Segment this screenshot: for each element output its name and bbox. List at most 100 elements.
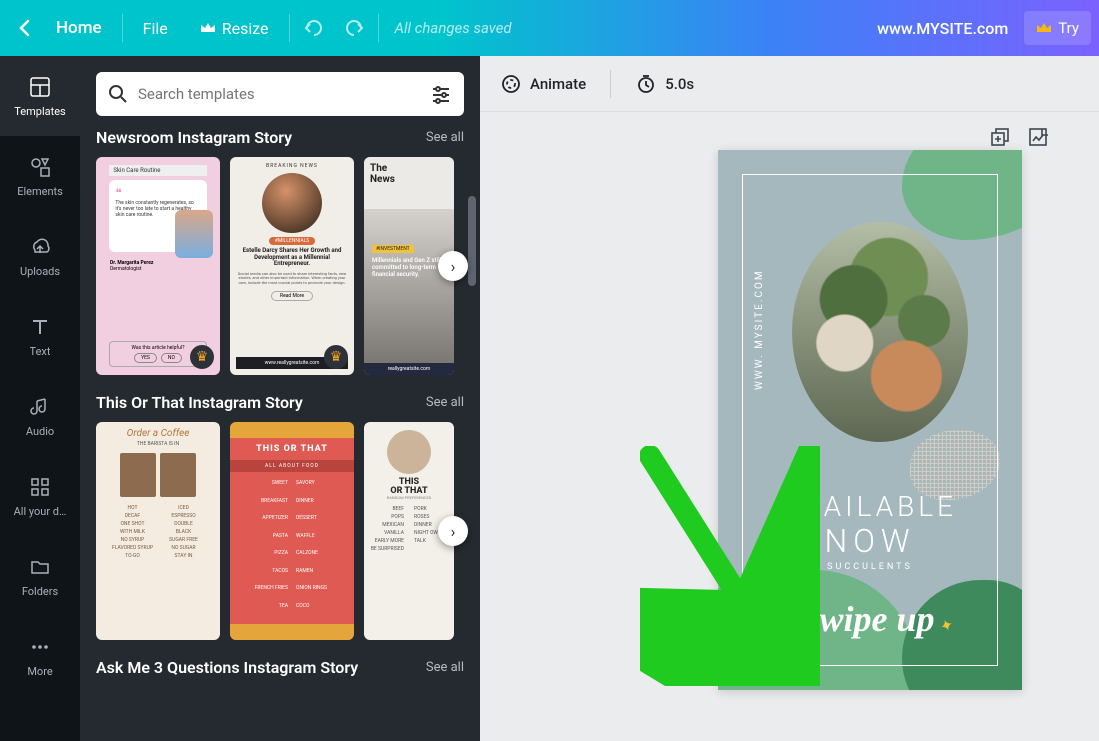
undo-button[interactable] <box>294 12 334 44</box>
rail-uploads[interactable]: Uploads <box>0 216 80 296</box>
duplicate-page-button[interactable] <box>989 126 1011 148</box>
clock-icon <box>635 73 657 95</box>
category-ask-me: Ask Me 3 Questions Instagram Story See a… <box>96 658 464 677</box>
rail-elements[interactable]: Elements <box>0 136 80 216</box>
rail-label: Folders <box>22 585 58 598</box>
separator <box>289 14 290 42</box>
resize-button[interactable]: Resize <box>184 19 285 38</box>
card-quote: ❝ The skin constantly regenerates, so it… <box>109 180 206 252</box>
templates-icon <box>28 75 52 99</box>
card-heading: Skin Care Routine <box>109 165 206 176</box>
card-heading: OR THAT <box>390 487 427 496</box>
person-photo <box>175 210 213 258</box>
card-headline: Estelle Darcy Shares Her Growth and Deve… <box>236 248 348 268</box>
card-photo: #INVESTMENT Millennials and Gen Z still … <box>364 209 454 363</box>
canvas-area[interactable]: Animate 5.0s WWW. MYSITE.COM AVAILABLE N… <box>480 56 1099 741</box>
card-grid: BEEFPORK POPSROSES MEXICANDINNER VANILLA… <box>371 506 447 552</box>
canvas-actions <box>989 126 1049 148</box>
premium-badge: ♛ <box>190 345 214 369</box>
back-button[interactable] <box>8 12 40 44</box>
text-icon <box>28 315 52 339</box>
more-icon <box>28 635 52 659</box>
category-title: Ask Me 3 Questions Instagram Story <box>96 658 358 677</box>
card-body: Social media can also be used to share i… <box>236 272 348 285</box>
template-card[interactable]: THIS OR THAT ALL ABOUT FOOD SWEETSAVORY … <box>230 422 354 640</box>
separator <box>122 14 123 42</box>
try-label: Try <box>1058 19 1079 37</box>
card-images <box>120 453 196 497</box>
swipe-up-text: swipe up <box>718 598 1022 640</box>
rail-label: Uploads <box>20 265 60 278</box>
site-url: www.MYSITE.com <box>877 19 1008 38</box>
card-author: Dr. Margarita PerezDermatologist <box>110 260 153 272</box>
home-button[interactable]: Home <box>40 18 118 38</box>
resize-label: Resize <box>222 19 269 38</box>
photo-oval <box>792 222 968 442</box>
design-artboard[interactable]: WWW. MYSITE.COM AVAILABLE NOW SUCCULENTS… <box>718 150 1022 690</box>
template-card[interactable]: Order a Coffee THE BARISTA IS IN HOTICED… <box>96 422 220 640</box>
see-all-link[interactable]: See all <box>426 130 464 145</box>
rail-label: Elements <box>17 185 63 198</box>
search-input[interactable] <box>138 85 420 103</box>
card-title: News <box>370 174 448 185</box>
side-url-text: WWW. MYSITE.COM <box>754 269 765 390</box>
rail-label: Audio <box>26 425 54 438</box>
scroll-right-button[interactable]: › <box>438 251 468 281</box>
card-sub: ALL ABOUT FOOD <box>230 460 354 472</box>
rail-more[interactable]: More <box>0 616 80 696</box>
top-bar: Home File Resize All changes saved www.M… <box>0 0 1099 56</box>
folder-icon <box>28 555 52 579</box>
add-page-button[interactable] <box>1027 126 1049 148</box>
save-status: All changes saved <box>395 19 512 37</box>
card-sub: THE BARISTA IS IN <box>137 441 179 447</box>
animate-button[interactable]: Animate <box>500 73 586 95</box>
rail-all-designs[interactable]: All your d… <box>0 456 80 536</box>
panel-scrollbar[interactable] <box>468 196 476 286</box>
rail-label: More <box>27 665 52 678</box>
separator <box>378 14 379 42</box>
search-icon <box>108 84 128 104</box>
category-this-or-that: This Or That Instagram Story See all Ord… <box>96 393 464 640</box>
headline-2: NOW <box>718 522 1022 560</box>
card-caption: Millennials and Gen Z still committed to… <box>372 257 446 278</box>
rail-audio[interactable]: Audio <box>0 376 80 456</box>
card-title: The <box>370 163 448 174</box>
card-sub: RANDOM PREFERENCES <box>387 495 431 500</box>
see-all-link[interactable]: See all <box>426 395 464 410</box>
animate-icon <box>500 73 522 95</box>
card-pill: #MILLENNIALS <box>269 237 316 245</box>
search-box[interactable] <box>96 72 464 116</box>
animate-label: Animate <box>530 75 586 93</box>
templates-panel: Newsroom Instagram Story See all Skin Ca… <box>80 56 480 741</box>
card-photo <box>387 430 431 474</box>
see-all-link[interactable]: See all <box>426 660 464 675</box>
redo-button[interactable] <box>334 12 374 44</box>
card-photo <box>262 173 322 233</box>
rail-label: All your d… <box>14 505 67 518</box>
card-brand: reallygreatsite.com <box>364 363 454 375</box>
canvas-toolbar: Animate 5.0s <box>480 56 1099 112</box>
rail-label: Text <box>30 345 51 358</box>
rail-label: Templates <box>14 105 65 118</box>
card-readmore: Read More <box>271 291 313 301</box>
scroll-right-button[interactable]: › <box>438 516 468 546</box>
rail-folders[interactable]: Folders <box>0 536 80 616</box>
try-pro-button[interactable]: Try <box>1024 11 1091 45</box>
rail-templates[interactable]: Templates <box>0 56 80 136</box>
template-card[interactable]: BREAKING NEWS #MILLENNIALS Estelle Darcy… <box>230 157 354 375</box>
separator <box>610 70 611 98</box>
card-grid: SWEETSAVORY BREAKFASTDINNER APPETIZERDES… <box>230 472 354 624</box>
headline-1: AVAILABLE <box>718 490 1022 523</box>
template-card[interactable]: Skin Care Routine ❝ The skin constantly … <box>96 157 220 375</box>
filters-button[interactable] <box>430 83 452 105</box>
file-menu[interactable]: File <box>127 19 184 38</box>
rail-text[interactable]: Text <box>0 296 80 376</box>
subheading: SUCCULENTS <box>718 562 1022 572</box>
grid-icon <box>28 475 52 499</box>
category-newsroom: Newsroom Instagram Story See all Skin Ca… <box>96 128 464 375</box>
audio-icon <box>28 395 52 419</box>
duration-button[interactable]: 5.0s <box>635 73 694 95</box>
card-grid: HOTICED DECAFESPRESSO ONE SHOTDOUBLE WIT… <box>112 505 204 559</box>
premium-badge: ♛ <box>324 345 348 369</box>
crown-icon <box>1036 21 1052 35</box>
